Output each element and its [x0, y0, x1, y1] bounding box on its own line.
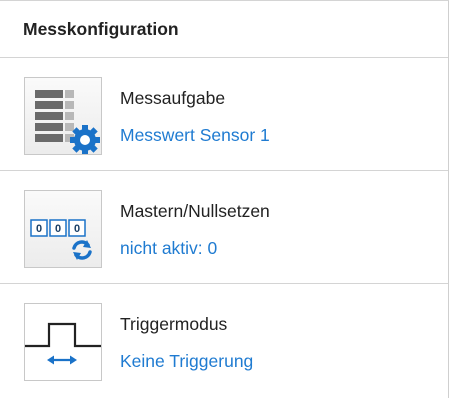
config-item-trigger-mode[interactable]: Triggermodus Keine Triggerung	[0, 284, 448, 397]
item-value-measurement-task[interactable]: Messwert Sensor 1	[120, 125, 270, 146]
item-title-trigger-mode: Triggermodus	[120, 314, 228, 334]
config-item-zero-reset[interactable]: 0 0 0 Mastern/Nullsetzen nicht aktiv: 0	[0, 171, 448, 284]
measurement-config-panel: Messkonfiguration Messaufgabe Messwert S…	[0, 0, 449, 398]
item-value-zero-reset[interactable]: nicht aktiv: 0	[120, 238, 217, 259]
zero-reset-counter-icon: 0 0 0	[24, 190, 102, 268]
measurement-task-gear-icon	[24, 77, 102, 155]
counter-digit: 0	[36, 223, 42, 235]
config-item-measurement-task[interactable]: Messaufgabe Messwert Sensor 1	[0, 58, 448, 171]
counter-digit: 0	[55, 223, 61, 235]
counter-digit: 0	[74, 223, 80, 235]
panel-header: Messkonfiguration	[0, 1, 448, 58]
item-title-measurement-task: Messaufgabe	[120, 88, 226, 108]
panel-title: Messkonfiguration	[23, 18, 179, 39]
trigger-pulse-icon	[24, 303, 102, 381]
item-value-trigger-mode[interactable]: Keine Triggerung	[120, 351, 253, 372]
item-title-zero-reset: Mastern/Nullsetzen	[120, 201, 270, 221]
